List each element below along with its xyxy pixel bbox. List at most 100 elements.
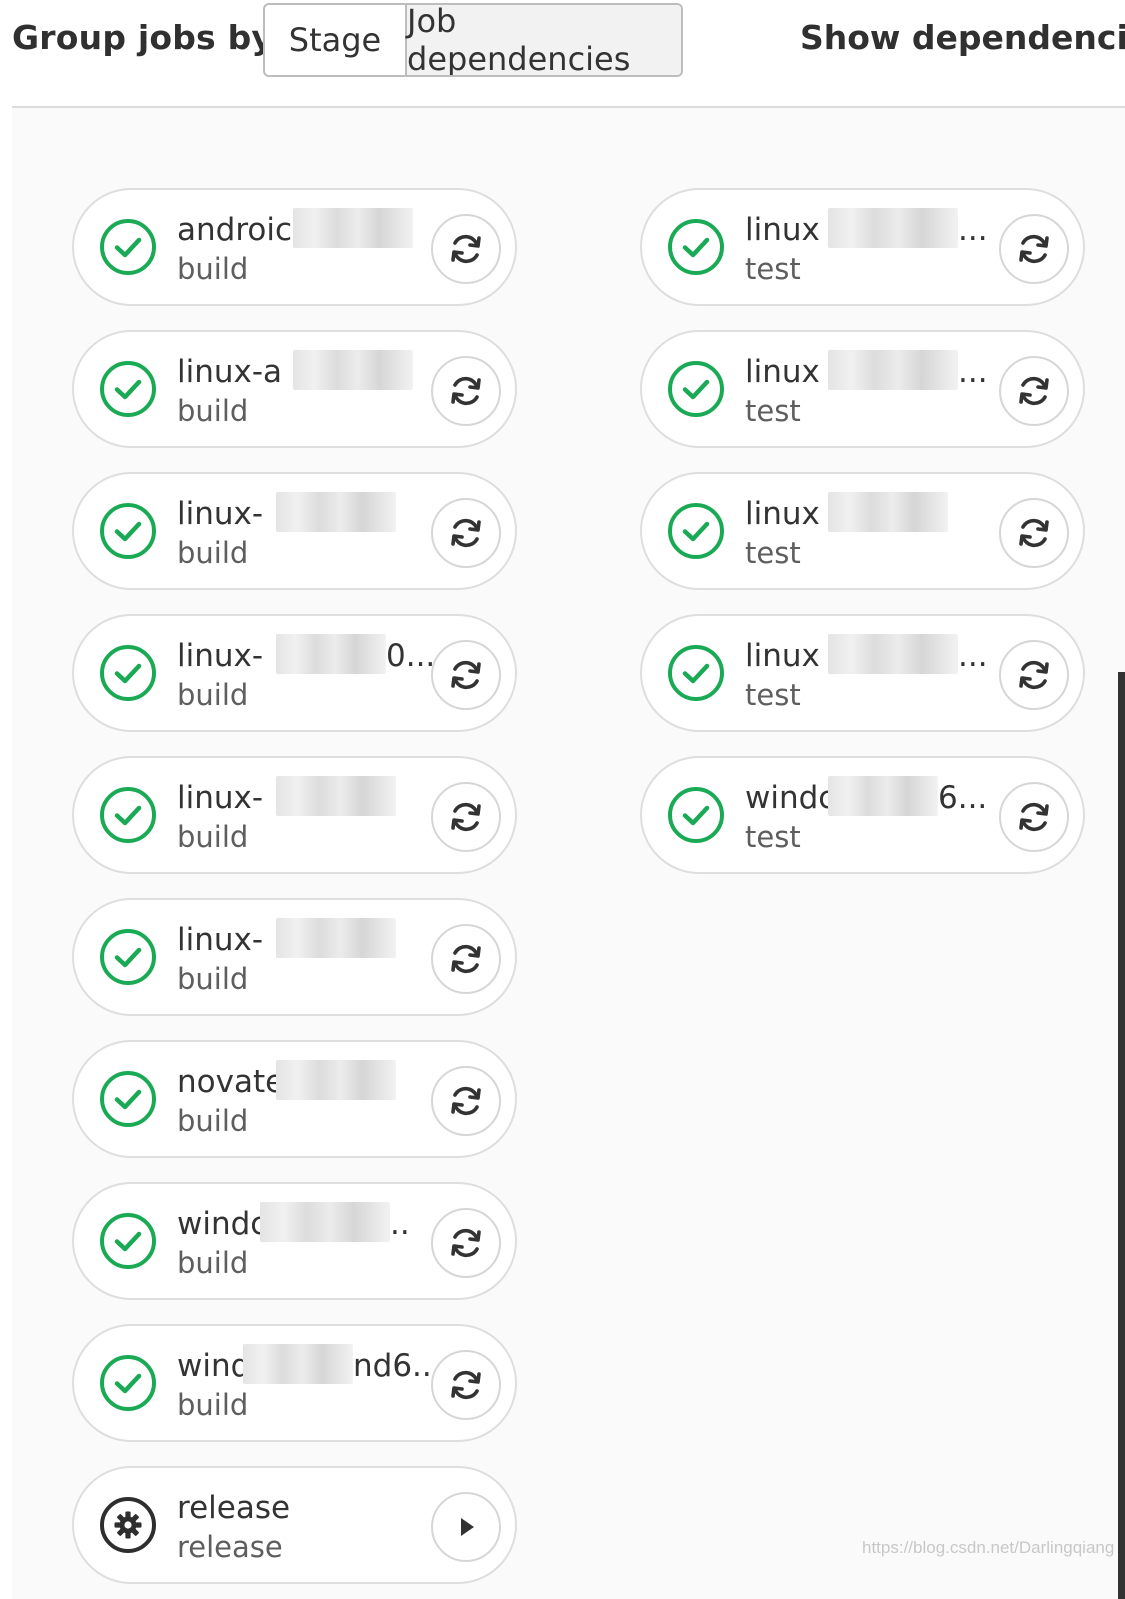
retry-button[interactable] (431, 640, 501, 710)
status-success-icon (667, 360, 725, 418)
job-stage: build (177, 394, 249, 428)
job-stage: test (745, 536, 801, 570)
status-success-icon (99, 218, 157, 276)
job-stage: build (177, 1388, 249, 1422)
job-pill[interactable]: androic build (72, 188, 517, 306)
status-success-icon (99, 644, 157, 702)
watermark: https://blog.csdn.net/Darlingqiang (862, 1538, 1115, 1557)
retry-button[interactable] (999, 214, 1069, 284)
job-name[interactable]: linux (745, 354, 820, 390)
retry-button[interactable] (999, 782, 1069, 852)
job-name[interactable]: androic (177, 212, 292, 248)
job-pill[interactable]: windc.. build (72, 1182, 517, 1300)
retry-button[interactable] (431, 214, 501, 284)
retry-button[interactable] (431, 782, 501, 852)
redacted-text (293, 350, 413, 390)
job-name[interactable]: linux- (177, 638, 263, 674)
redacted-text (260, 1202, 390, 1242)
retry-button[interactable] (431, 924, 501, 994)
job-stage: test (745, 820, 801, 854)
job-stage: build (177, 536, 249, 570)
retry-icon (1014, 655, 1054, 695)
job-pill[interactable]: novate build (72, 1040, 517, 1158)
retry-button[interactable] (431, 1350, 501, 1420)
job-name[interactable]: wind (177, 1348, 250, 1384)
job-pill[interactable]: linux-build (72, 898, 517, 1016)
redacted-text (276, 1060, 396, 1100)
job-name[interactable]: linux- (177, 780, 263, 816)
job-name-suffix: ... (958, 638, 988, 674)
redacted-text (243, 1344, 353, 1384)
job-pill[interactable]: linux-a build (72, 330, 517, 448)
job-name[interactable]: release (177, 1490, 290, 1526)
job-name[interactable]: linux-a (177, 354, 282, 390)
job-name-suffix: ... (958, 354, 988, 390)
job-name[interactable]: linux (745, 638, 820, 674)
retry-icon (1014, 229, 1054, 269)
status-success-icon (99, 360, 157, 418)
retry-icon (1014, 371, 1054, 411)
job-stage: test (745, 678, 801, 712)
job-name[interactable]: novate (177, 1064, 284, 1100)
job-pill[interactable]: linux... test (640, 614, 1085, 732)
job-stage: release (177, 1530, 283, 1564)
redacted-text (293, 208, 413, 248)
job-name-suffix: .. (390, 1206, 410, 1242)
vertical-scrollbar[interactable] (1118, 672, 1125, 1599)
retry-button[interactable] (431, 356, 501, 426)
status-success-icon (99, 502, 157, 560)
job-pill[interactable]: release release (72, 1466, 517, 1584)
status-success-icon (99, 786, 157, 844)
redacted-text (276, 634, 386, 674)
retry-button[interactable] (999, 498, 1069, 568)
job-stage: build (177, 820, 249, 854)
play-icon (446, 1507, 486, 1547)
status-manual-icon (99, 1496, 157, 1554)
group-by-job-dependencies-button[interactable]: Job dependencies (405, 5, 681, 75)
group-by-stage-button[interactable]: Stage (265, 5, 405, 75)
status-success-icon (99, 928, 157, 986)
retry-button[interactable] (999, 640, 1069, 710)
job-pill[interactable]: linux... test (640, 330, 1085, 448)
retry-button[interactable] (431, 498, 501, 568)
job-name[interactable]: linux (745, 496, 820, 532)
retry-icon (446, 1223, 486, 1263)
job-stage: build (177, 252, 249, 286)
redacted-text (828, 350, 958, 390)
job-stage: build (177, 962, 249, 996)
job-name[interactable]: linux- (177, 922, 263, 958)
pipeline-graph: androic build linux-a build linux-build linux… (12, 108, 1125, 1599)
redacted-text (828, 208, 958, 248)
play-button[interactable] (431, 1492, 501, 1562)
redacted-text (828, 776, 938, 816)
redacted-text (276, 918, 396, 958)
job-pill[interactable]: linux-build (72, 472, 517, 590)
job-pill[interactable]: wind nd6... build (72, 1324, 517, 1442)
show-dependencies-toggle-label[interactable]: Show dependencies (800, 18, 1125, 57)
job-name[interactable]: linux- (177, 496, 263, 532)
job-stage: build (177, 1104, 249, 1138)
retry-icon (1014, 513, 1054, 553)
status-success-icon (99, 1212, 157, 1270)
redacted-text (828, 634, 958, 674)
job-pill[interactable]: windc 6... test (640, 756, 1085, 874)
job-pill[interactable]: linux... test (640, 188, 1085, 306)
job-pill[interactable]: linux test (640, 472, 1085, 590)
job-stage: test (745, 252, 801, 286)
job-name[interactable]: windc (745, 780, 835, 816)
job-name[interactable]: linux (745, 212, 820, 248)
pipeline-header: Group jobs by Stage Job dependencies Sho… (0, 0, 1125, 100)
job-pill[interactable]: linux-build (72, 756, 517, 874)
retry-button[interactable] (431, 1208, 501, 1278)
job-stage: build (177, 1246, 249, 1280)
job-name[interactable]: windc (177, 1206, 267, 1242)
retry-button[interactable] (999, 356, 1069, 426)
redacted-text (276, 776, 396, 816)
group-by-toggle[interactable]: Stage Job dependencies (263, 3, 683, 77)
job-pill[interactable]: linux- 0... build (72, 614, 517, 732)
redacted-text (828, 492, 948, 532)
retry-icon (446, 797, 486, 837)
retry-button[interactable] (431, 1066, 501, 1136)
retry-icon (446, 939, 486, 979)
job-name-suffix: 0... (386, 638, 436, 674)
